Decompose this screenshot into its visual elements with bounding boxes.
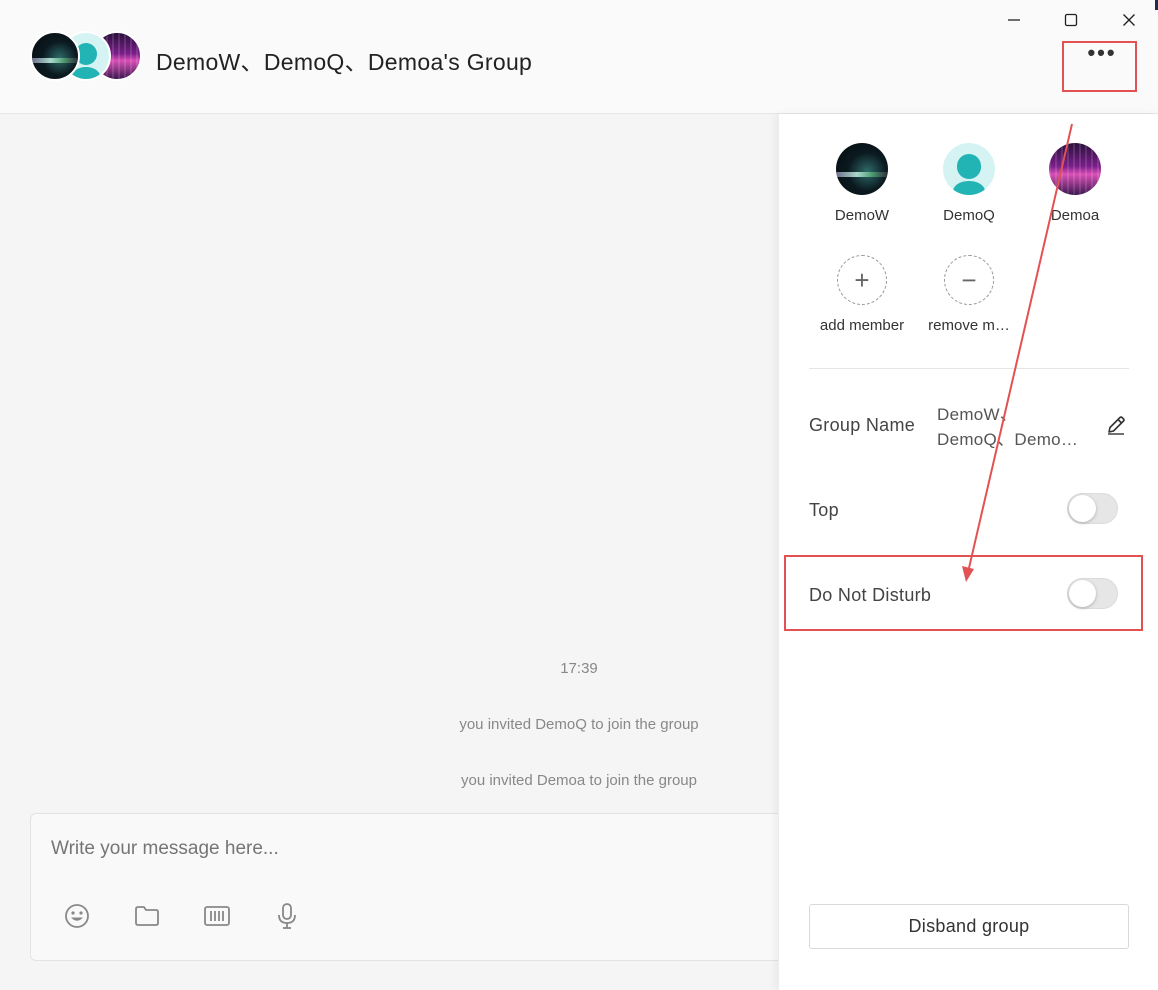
member-name: DemoQ (943, 207, 995, 224)
folder-icon (135, 906, 159, 926)
title-bar: DemoW、DemoQ、Demoa's Group ••• (0, 0, 1158, 114)
add-member-button[interactable]: + add member (812, 255, 912, 334)
voice-button[interactable] (272, 901, 302, 931)
plus-icon: + (837, 255, 887, 305)
top-label: Top (809, 500, 839, 520)
member-name: DemoW (834, 207, 890, 224)
member-avatar (836, 143, 888, 195)
member-demow[interactable]: DemoW (812, 143, 912, 224)
message-composer (30, 813, 790, 961)
minus-icon: − (944, 255, 994, 305)
highlight-do-not-disturb (784, 555, 1143, 631)
file-button[interactable] (132, 901, 162, 931)
member-demoa[interactable]: Demoa (1025, 143, 1125, 224)
member-avatar (1049, 143, 1101, 195)
member-demoq[interactable]: DemoQ (919, 143, 1019, 224)
edit-group-name-button[interactable] (1105, 414, 1127, 436)
member-avatar (943, 143, 995, 195)
maximize-button[interactable] (1056, 6, 1086, 34)
minimize-icon (1008, 19, 1020, 21)
divider (809, 368, 1129, 369)
member-name: Demoa (1050, 207, 1100, 224)
minimize-button[interactable] (999, 6, 1029, 34)
group-name-value: DemoW、DemoQ、Demoa's Group (937, 405, 1084, 449)
top-toggle[interactable] (1067, 493, 1118, 524)
remove-member-button[interactable]: − remove m… (919, 255, 1019, 334)
emoji-icon (65, 904, 89, 928)
emoji-button[interactable] (62, 901, 92, 931)
remove-member-label: remove m… (928, 317, 1010, 334)
highlight-more-button (1062, 41, 1137, 92)
chat-title: DemoW、DemoQ、Demoa's Group (156, 49, 533, 75)
group-name-label: Group Name (809, 415, 916, 435)
message-input[interactable] (51, 838, 651, 860)
group-settings-panel: DemoW DemoQ Demoa + add member − remove … (778, 114, 1158, 990)
add-member-label: add member (819, 317, 905, 334)
microphone-icon (278, 903, 296, 929)
close-icon (1123, 14, 1135, 26)
group-avatar-stack[interactable] (30, 31, 142, 83)
maximize-icon (1064, 13, 1078, 27)
disband-group-button[interactable]: Disband group (809, 904, 1129, 949)
screenshot-icon (204, 906, 230, 926)
screenshot-button[interactable] (202, 901, 232, 931)
close-button[interactable] (1114, 6, 1144, 34)
avatar-demow (30, 31, 80, 81)
pencil-icon (1108, 416, 1125, 435)
